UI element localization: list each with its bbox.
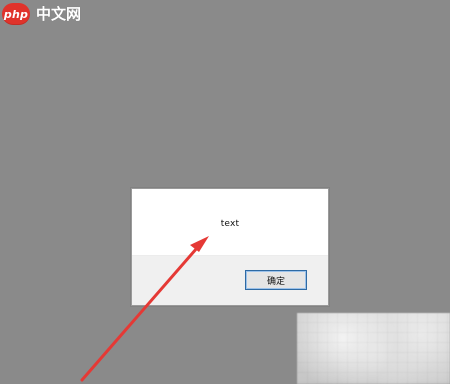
site-name: 中文网 xyxy=(36,4,82,23)
site-watermark: php 中文网 xyxy=(0,0,81,28)
php-logo-badge: php xyxy=(2,3,30,25)
dialog-content-area: text xyxy=(132,189,328,255)
dialog-footer: 确定 xyxy=(132,255,328,305)
dialog-message-text: text xyxy=(220,219,240,229)
ok-button[interactable]: 确定 xyxy=(245,270,307,290)
php-logo-text: php xyxy=(3,7,29,21)
message-dialog: text 确定 xyxy=(131,188,329,306)
blurred-corner-patch xyxy=(297,313,450,384)
